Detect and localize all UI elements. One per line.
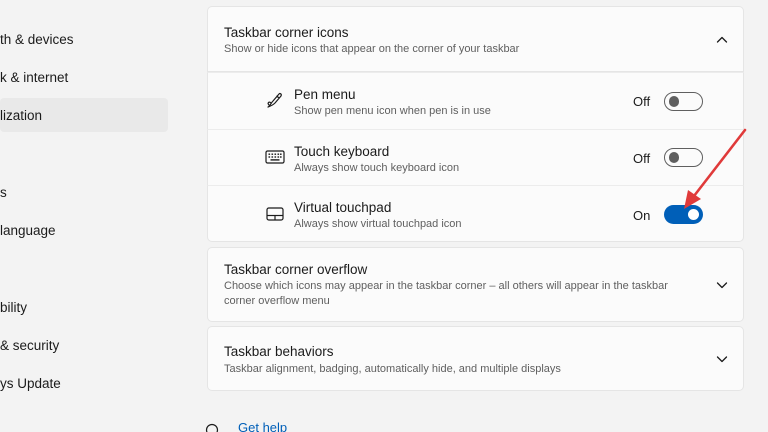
toggle-knob xyxy=(668,152,679,163)
sidebar: th & devices k & internet lization s lan… xyxy=(0,0,190,432)
sidebar-item-personalization[interactable]: lization xyxy=(0,98,168,132)
section-description: Choose which icons may appear in the tas… xyxy=(224,280,668,292)
row-description: Always show virtual touchpad icon xyxy=(294,218,462,230)
sidebar-item-bluetooth-devices[interactable]: th & devices xyxy=(0,22,168,56)
pen-menu-row: Pen menu Show pen menu icon when pen is … xyxy=(207,72,744,129)
touchpad-icon xyxy=(264,203,286,225)
toggle-knob xyxy=(688,209,699,220)
sidebar-item-label: language xyxy=(0,222,56,238)
row-description: Show pen menu icon when pen is in use xyxy=(294,105,491,117)
sidebar-item-accounts[interactable]: s xyxy=(0,175,168,209)
sidebar-item-label: & security xyxy=(0,337,60,353)
section-title: Taskbar behaviors xyxy=(224,344,334,359)
toggle-state-label: Off xyxy=(633,151,651,166)
chevron-down-icon[interactable] xyxy=(715,352,729,366)
sidebar-item-label: k & internet xyxy=(0,69,69,85)
sidebar-item-label: bility xyxy=(0,299,28,315)
section-description: Taskbar alignment, badging, automaticall… xyxy=(224,363,561,375)
sidebar-item-accessibility[interactable]: bility xyxy=(0,290,168,324)
toggle-state-label: Off xyxy=(633,94,651,109)
section-title: Taskbar corner overflow xyxy=(224,262,368,277)
pen-icon xyxy=(264,89,286,111)
toggle-knob xyxy=(668,96,679,107)
taskbar-corner-icons-header[interactable]: Taskbar corner icons Show or hide icons … xyxy=(207,6,744,72)
sidebar-item-label: lization xyxy=(0,107,43,123)
touch-keyboard-row: Touch keyboard Always show touch keyboar… xyxy=(207,129,744,185)
chevron-down-icon[interactable] xyxy=(715,278,729,292)
section-description: corner overflow menu xyxy=(224,295,330,307)
virtual-touchpad-row: Virtual touchpad Always show virtual tou… xyxy=(207,185,744,242)
sidebar-item-network-internet[interactable]: k & internet xyxy=(0,60,168,94)
sidebar-item-label: th & devices xyxy=(0,31,74,47)
toggle-state-label: On xyxy=(633,208,651,223)
sidebar-item-privacy-security[interactable]: & security xyxy=(0,328,168,362)
get-help-link[interactable]: Get help xyxy=(238,420,287,432)
row-title: Pen menu xyxy=(294,87,356,102)
help-icon xyxy=(205,423,219,432)
keyboard-icon xyxy=(264,146,286,168)
taskbar-behaviors-card[interactable]: Taskbar behaviors Taskbar alignment, bad… xyxy=(207,326,744,391)
sidebar-item-windows-update[interactable]: ys Update xyxy=(0,366,168,400)
row-title: Touch keyboard xyxy=(294,144,390,159)
chevron-up-icon[interactable] xyxy=(715,33,729,47)
virtual-touchpad-toggle[interactable] xyxy=(664,205,703,224)
sidebar-item-label: s xyxy=(0,184,7,200)
section-description: Show or hide icons that appear on the co… xyxy=(224,43,520,55)
taskbar-corner-overflow-card[interactable]: Taskbar corner overflow Choose which ico… xyxy=(207,247,744,322)
pen-menu-toggle[interactable] xyxy=(664,92,703,111)
sidebar-item-time-language[interactable]: language xyxy=(0,213,168,247)
row-description: Always show touch keyboard icon xyxy=(294,162,460,174)
row-title: Virtual touchpad xyxy=(294,200,392,215)
sidebar-item-label: ys Update xyxy=(0,375,61,391)
touch-keyboard-toggle[interactable] xyxy=(664,148,703,167)
section-title: Taskbar corner icons xyxy=(224,25,349,40)
